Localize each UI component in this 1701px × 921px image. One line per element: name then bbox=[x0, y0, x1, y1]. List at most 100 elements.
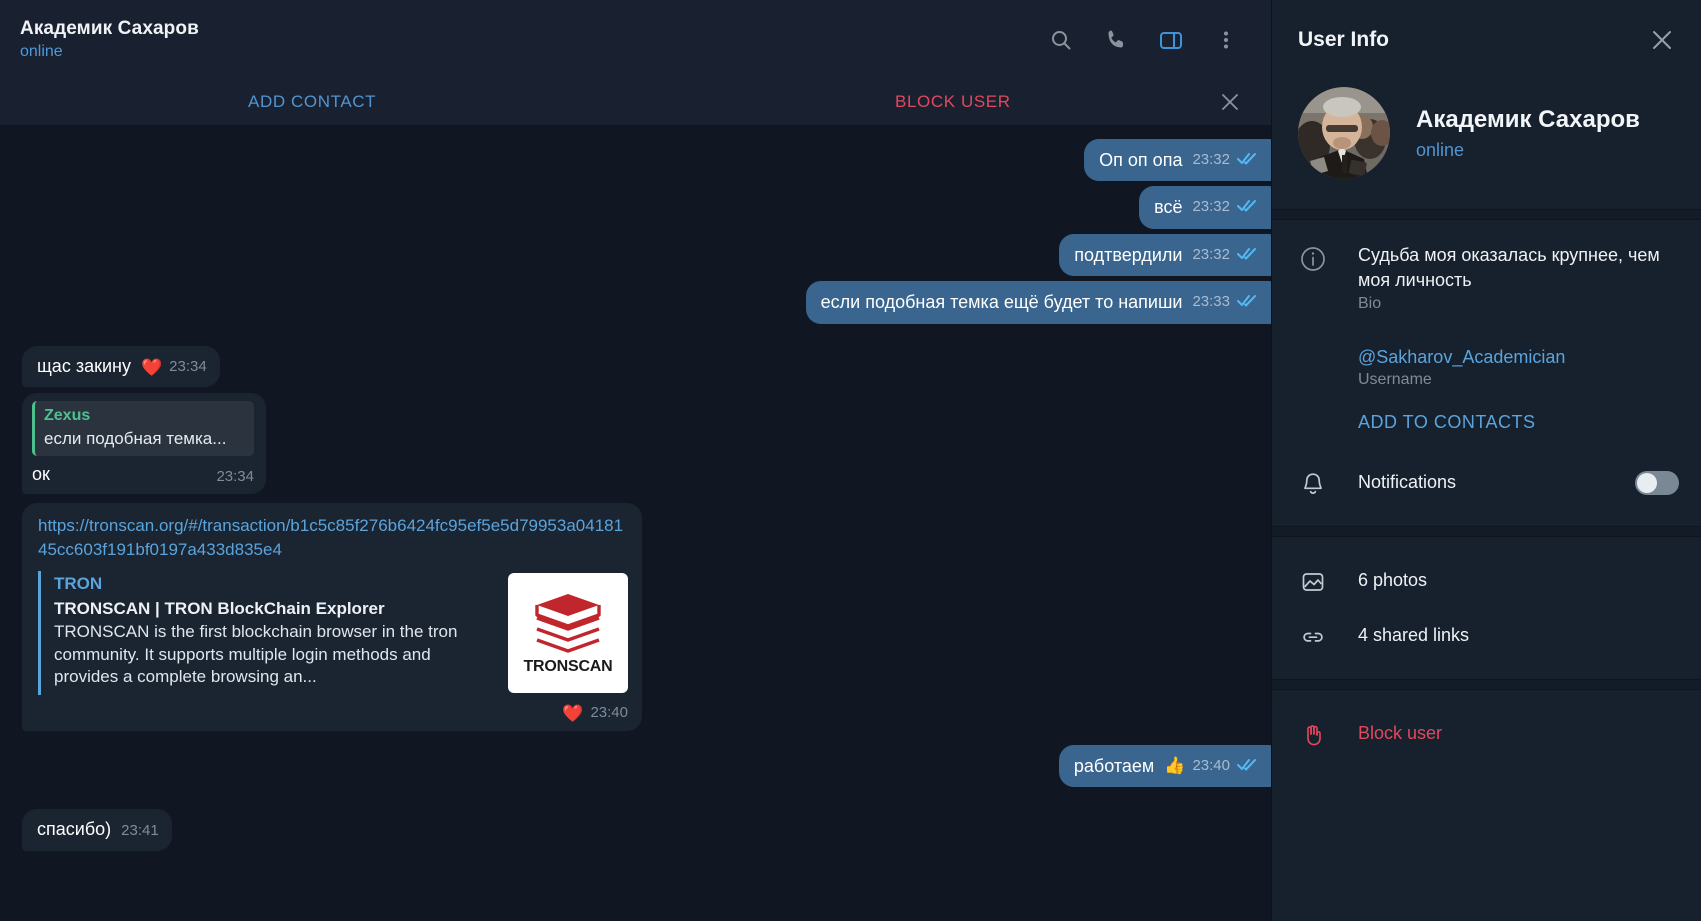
search-icon[interactable] bbox=[1038, 17, 1084, 63]
add-contact-button[interactable]: ADD CONTACT bbox=[248, 92, 376, 112]
phone-icon[interactable] bbox=[1093, 17, 1139, 63]
bio-label: Bio bbox=[1358, 294, 1382, 312]
read-receipt-icon bbox=[1237, 195, 1257, 218]
telegram-window: Академик Сахаров online ADD CONTACT BLOC… bbox=[0, 0, 1701, 921]
message-text: всё bbox=[1154, 197, 1183, 218]
sidebar-info-block: Судьба моя оказалась крупнее, чем моя ли… bbox=[1272, 220, 1701, 526]
message-row: всё 23:32 bbox=[0, 186, 1271, 229]
block-user-button[interactable]: BLOCK USER bbox=[895, 92, 1011, 112]
message-link[interactable]: https://tronscan.org/#/transaction/b1c5c… bbox=[38, 514, 628, 562]
close-sidebar-icon[interactable] bbox=[1645, 23, 1679, 57]
message-row: работаем 👍 23:40 bbox=[0, 744, 1271, 788]
message-row: Zexus если подобная темка... ок 23:34 bbox=[0, 392, 1271, 495]
message-bubble-outgoing[interactable]: подтвердили 23:32 bbox=[1059, 233, 1271, 277]
bio-row[interactable]: Судьба моя оказалась крупнее, чем моя ли… bbox=[1298, 236, 1679, 320]
message-text: ок bbox=[32, 463, 50, 484]
username-value[interactable]: @Sakharov_Academician bbox=[1358, 345, 1679, 370]
sidebar-media-block: 6 photos 4 shared links bbox=[1272, 537, 1701, 679]
link-icon bbox=[1298, 621, 1328, 650]
message-bubble-outgoing[interactable]: если подобная темка ещё будет то напиши … bbox=[805, 281, 1271, 324]
sidebar-profile: Академик Сахаров online bbox=[1272, 79, 1701, 209]
message-row: Оп оп опа 23:32 bbox=[0, 139, 1271, 182]
more-options-icon[interactable] bbox=[1203, 17, 1249, 63]
shared-photos-label: 6 photos bbox=[1358, 570, 1428, 591]
reaction-heart-icon[interactable]: ❤️ bbox=[562, 705, 583, 722]
message-bubble-outgoing[interactable]: работаем 👍 23:40 bbox=[1058, 744, 1271, 788]
message-row: щас закину ❤️ 23:34 bbox=[0, 345, 1271, 387]
message-bubble-outgoing[interactable]: Оп оп опа 23:32 bbox=[1084, 139, 1271, 182]
message-meta: 23:32 bbox=[1192, 148, 1257, 172]
message-bubble-incoming[interactable]: щас закину ❤️ 23:34 bbox=[22, 345, 220, 387]
chat-column: Академик Сахаров online ADD CONTACT BLOC… bbox=[0, 0, 1271, 921]
message-text: щас закину bbox=[37, 355, 131, 376]
close-action-bar-icon[interactable] bbox=[1215, 87, 1245, 117]
toggle-knob bbox=[1637, 472, 1657, 493]
message-time: 23:32 bbox=[1192, 245, 1230, 263]
message-text: если подобная темка ещё будет то напиши bbox=[820, 292, 1183, 313]
sidebar-profile-name: Академик Сахаров bbox=[1416, 105, 1640, 133]
hand-stop-icon bbox=[1298, 719, 1328, 748]
notifications-toggle[interactable] bbox=[1635, 470, 1679, 495]
bio-body: Судьба моя оказалась крупнее, чем моя ли… bbox=[1358, 243, 1679, 313]
username-row[interactable]: @Sakharov_Academician Username bbox=[1298, 338, 1679, 397]
bell-icon bbox=[1298, 468, 1328, 497]
message-bubble-incoming[interactable]: спасибо) 23:41 bbox=[22, 809, 172, 851]
reply-content-line: ок 23:34 bbox=[32, 463, 254, 486]
link-preview-thumbnail[interactable]: TRONSCAN bbox=[508, 573, 628, 694]
message-meta: 23:41 bbox=[121, 821, 159, 842]
quoted-text: если подобная темка... bbox=[44, 428, 227, 448]
message-list[interactable]: Оп оп опа 23:32 всё 23:32 подтвердили 23… bbox=[0, 125, 1271, 921]
chat-header-actions bbox=[1038, 17, 1249, 63]
shared-links-row[interactable]: 4 shared links bbox=[1298, 608, 1679, 663]
link-preview-description: TRONSCAN is the first blockchain browser… bbox=[54, 622, 458, 687]
chat-status: online bbox=[20, 43, 63, 60]
bio-text: Судьба моя оказалась крупнее, чем моя ли… bbox=[1358, 245, 1660, 290]
link-preview[interactable]: TRON TRONSCAN | TRON BlockChain Explorer… bbox=[38, 571, 628, 696]
message-time: 23:34 bbox=[169, 358, 207, 376]
block-user-label: Block user bbox=[1358, 723, 1443, 744]
sidebar-profile-status: online bbox=[1416, 139, 1465, 160]
shared-links-label: 4 shared links bbox=[1358, 625, 1470, 646]
info-icon bbox=[1298, 243, 1328, 272]
add-to-contacts-button[interactable]: ADD TO CONTACTS bbox=[1298, 396, 1679, 437]
message-time: 23:33 bbox=[1192, 293, 1230, 311]
message-time: 23:41 bbox=[121, 822, 159, 840]
read-receipt-icon bbox=[1237, 243, 1257, 266]
tronscan-logo-icon bbox=[535, 594, 601, 653]
link-preview-body: TRON TRONSCAN | TRON BlockChain Explorer… bbox=[54, 573, 492, 689]
reaction-heart-icon[interactable]: ❤️ bbox=[141, 359, 162, 376]
message-row: https://tronscan.org/#/transaction/b1c5c… bbox=[0, 503, 1271, 731]
chat-title: Академик Сахаров bbox=[20, 18, 199, 39]
message-meta: 23:33 bbox=[1192, 290, 1257, 314]
block-user-row[interactable]: Block user bbox=[1298, 706, 1679, 761]
chat-header-titles[interactable]: Академик Сахаров online bbox=[20, 18, 199, 61]
message-bubble-incoming-reply[interactable]: Zexus если подобная темка... ок 23:34 bbox=[22, 392, 266, 495]
message-row: если подобная темка ещё будет то напиши … bbox=[0, 281, 1271, 324]
link-preview-thumb-label: TRONSCAN bbox=[523, 658, 613, 676]
message-time: 23:32 bbox=[1192, 198, 1230, 216]
sidebar-toggle-icon[interactable] bbox=[1148, 17, 1194, 63]
sidebar-title: User Info bbox=[1298, 27, 1390, 51]
shared-photos-row[interactable]: 6 photos bbox=[1298, 553, 1679, 608]
message-time: 23:32 bbox=[1192, 150, 1230, 168]
message-meta: 23:32 bbox=[1192, 243, 1257, 267]
message-text: подтвердили bbox=[1074, 244, 1183, 265]
quoted-message[interactable]: Zexus если подобная темка... bbox=[32, 400, 254, 456]
contact-action-bar: ADD CONTACT BLOCK USER bbox=[0, 79, 1271, 125]
message-meta: ❤️ 23:40 bbox=[38, 703, 628, 723]
sidebar-header: User Info bbox=[1272, 0, 1701, 79]
read-receipt-icon bbox=[1237, 754, 1257, 777]
message-bubble-incoming-link[interactable]: https://tronscan.org/#/transaction/b1c5c… bbox=[22, 503, 642, 731]
sidebar-divider bbox=[1272, 209, 1701, 220]
message-meta: 👍 23:40 bbox=[1164, 754, 1257, 778]
message-text: спасибо) bbox=[37, 819, 112, 840]
notifications-row[interactable]: Notifications bbox=[1298, 455, 1679, 510]
message-bubble-outgoing[interactable]: всё 23:32 bbox=[1139, 186, 1271, 229]
username-label: Username bbox=[1358, 371, 1432, 389]
sidebar-danger-block: Block user bbox=[1272, 690, 1701, 777]
message-row: подтвердили 23:32 bbox=[0, 233, 1271, 277]
avatar[interactable] bbox=[1298, 87, 1390, 179]
reaction-thumbsup-icon[interactable]: 👍 bbox=[1164, 757, 1185, 774]
username-body: @Sakharov_Academician Username bbox=[1358, 345, 1679, 390]
message-time: 23:40 bbox=[1192, 756, 1230, 774]
